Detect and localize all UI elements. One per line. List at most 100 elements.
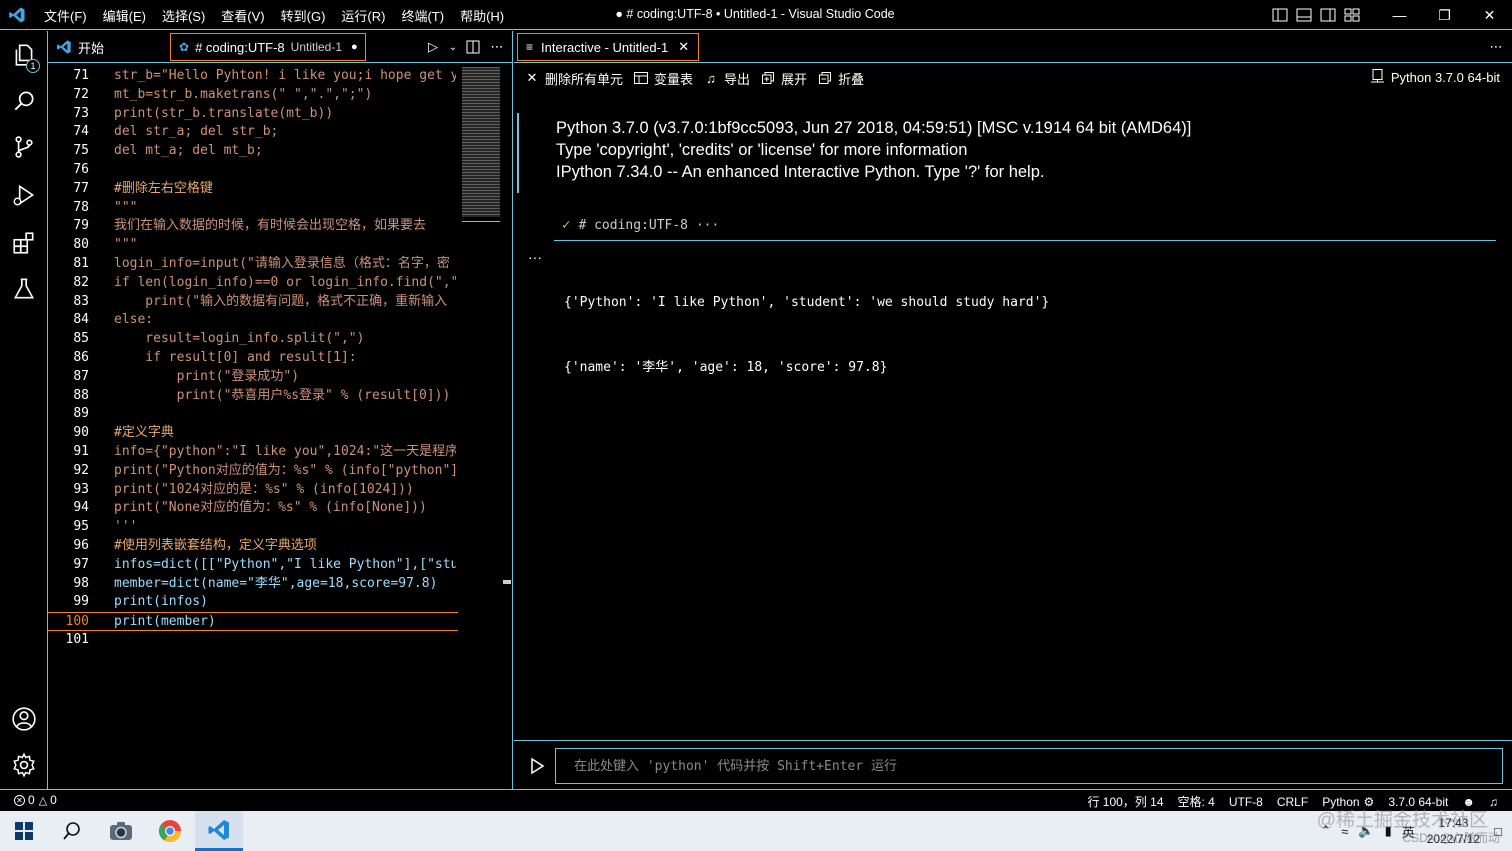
warning-icon: △	[38, 794, 48, 807]
code-text: print("恭喜用户%s登录" % (result[0]))	[114, 387, 451, 403]
more-actions-icon[interactable]: ⋯	[487, 37, 507, 57]
code-line[interactable]: 80 """	[48, 236, 458, 255]
collapse-button[interactable]: 折叠	[817, 69, 864, 88]
menu-terminal[interactable]: 终端(T)	[393, 6, 452, 25]
explorer-icon[interactable]: 1	[0, 33, 48, 77]
code-editor[interactable]: 71 str_b="Hello Pyhton! i like you;i hope…	[48, 67, 458, 677]
split-editor-icon[interactable]	[463, 37, 483, 57]
toggle-panel-icon[interactable]	[1293, 4, 1315, 26]
end-of-line[interactable]: CRLF	[1277, 795, 1308, 809]
code-line[interactable]: 97 infos=dict([["Python","I like Python"]…	[48, 556, 458, 575]
code-line[interactable]: 91 info={"python":"I like you",1024:"这一天是…	[48, 443, 458, 462]
code-line[interactable]: 73 print(str_b.translate(mt_b))	[48, 105, 458, 124]
menu-run[interactable]: 运行(R)	[333, 6, 393, 25]
code-line[interactable]: 98 member=dict(name="李华",age=18,score=97.…	[48, 575, 458, 594]
code-line[interactable]: 71 str_b="Hello Pyhton! i like you;i hope…	[48, 67, 458, 86]
extensions-icon[interactable]	[0, 221, 48, 265]
code-line[interactable]: 86 if result[0] and result[1]:	[48, 349, 458, 368]
search-icon[interactable]	[0, 79, 48, 123]
restore-button[interactable]: ❐	[1422, 0, 1467, 30]
code-line[interactable]: 94 print("None对应的值为：%s" % (info[None]))	[48, 499, 458, 518]
run-dropdown-chevron-icon[interactable]: ⌄	[447, 37, 459, 57]
source-control-icon[interactable]	[0, 125, 48, 169]
run-file-icon[interactable]: ▷	[423, 37, 443, 57]
code-line[interactable]: 95 '''	[48, 518, 458, 537]
notifications-bell-icon[interactable]: ♫	[1489, 795, 1498, 809]
taskbar-search-icon[interactable]	[48, 811, 96, 851]
problems-indicator[interactable]: ✕ 0 △ 0	[14, 793, 57, 807]
account-icon[interactable]	[0, 697, 48, 741]
encoding[interactable]: UTF-8	[1229, 795, 1263, 809]
code-text: info={"python":"I like you",1024:"这一天是程序	[114, 443, 456, 459]
close-window-button[interactable]: ✕	[1467, 0, 1512, 30]
run-input-icon[interactable]	[528, 757, 546, 775]
code-text: mt_b=str_b.maketrans(" ",".",";")	[114, 86, 373, 102]
code-line[interactable]: 101	[48, 631, 458, 650]
output-more-icon[interactable]: ···	[528, 249, 542, 265]
code-line[interactable]: 75 del mt_a; del mt_b;	[48, 142, 458, 161]
code-line[interactable]: 82 if len(login_info)==0 or login_info.fi…	[48, 274, 458, 293]
tab-interactive[interactable]: ≡ Interactive - Untitled-1 ✕	[517, 33, 699, 61]
toggle-secondary-sidebar-icon[interactable]	[1317, 4, 1339, 26]
customize-layout-icon[interactable]	[1341, 4, 1363, 26]
code-line[interactable]: 87 print("登录成功")	[48, 368, 458, 387]
repl-input[interactable]	[555, 748, 1503, 784]
testing-flask-icon[interactable]	[0, 267, 48, 311]
start-windows-icon[interactable]	[0, 811, 48, 851]
code-line[interactable]: 76	[48, 161, 458, 180]
menu-view[interactable]: 查看(V)	[213, 6, 272, 25]
code-line[interactable]: 89	[48, 405, 458, 424]
code-line[interactable]: 96 #使用列表嵌套结构，定义字典选项	[48, 537, 458, 556]
code-line[interactable]: 99 print(infos)	[48, 593, 458, 612]
code-line[interactable]: 81 login_info=input("请输入登录信息（格式：名字，密	[48, 255, 458, 274]
menu-go[interactable]: 转到(G)	[273, 6, 334, 25]
indentation[interactable]: 空格: 4	[1178, 793, 1215, 810]
toggle-sidebar-icon[interactable]	[1269, 4, 1291, 26]
line-number: 92	[73, 462, 89, 478]
code-line[interactable]: 74 del str_a; del str_b;	[48, 123, 458, 142]
export-button[interactable]: ♫ 导出	[703, 69, 750, 88]
expand-button[interactable]: 展开	[760, 69, 807, 88]
close-tab-icon[interactable]: ✕	[678, 39, 689, 55]
code-line[interactable]: 100 print(member)	[48, 612, 458, 631]
kernel-selector[interactable]: Python 3.7.0 64-bit	[1370, 69, 1500, 86]
cursor-position[interactable]: 行 100，列 14	[1087, 793, 1163, 810]
code-line[interactable]: 93 print("1024对应的是：%s" % (info[1024]))	[48, 481, 458, 500]
unsaved-dot-icon[interactable]: ●	[351, 41, 358, 53]
code-line[interactable]: 83 print("输入的数据有问题，格式不正确，重新输入	[48, 293, 458, 312]
code-line[interactable]: 72 mt_b=str_b.maketrans(" ",".",";")	[48, 86, 458, 105]
settings-gear-icon[interactable]	[0, 743, 48, 787]
variables-button[interactable]: 变量表	[633, 69, 693, 88]
cell-output: {'Python': 'I like Python', 'student': '…	[564, 249, 1049, 421]
code-text: #定义字典	[114, 425, 174, 441]
menu-selection[interactable]: 选择(S)	[154, 6, 213, 25]
menu-file[interactable]: 文件(F)	[36, 6, 95, 25]
code-line[interactable]: 85 result=login_info.split(",")	[48, 330, 458, 349]
chrome-icon[interactable]	[146, 811, 194, 851]
code-line[interactable]: 79 我们在输入数据的时候，有时候会出现空格，如果要去	[48, 217, 458, 236]
code-line[interactable]: 88 print("恭喜用户%s登录" % (result[0]))	[48, 387, 458, 406]
activity-bar: 1	[0, 31, 48, 789]
minimize-button[interactable]: —	[1377, 0, 1422, 30]
menu-edit[interactable]: 编辑(E)	[95, 6, 154, 25]
minimap-slider[interactable]	[462, 67, 500, 222]
code-line[interactable]: 90 #定义字典	[48, 424, 458, 443]
scrollbar-marker[interactable]	[503, 580, 511, 584]
code-line[interactable]: 92 print("Python对应的值为：%s" % (info["python…	[48, 462, 458, 481]
tab-untitled-1[interactable]: ✿ # coding:UTF-8 Untitled-1 ●	[170, 33, 366, 61]
interactive-list-icon: ≡	[526, 40, 534, 54]
menu-help[interactable]: 帮助(H)	[452, 6, 512, 25]
tab-welcome[interactable]: 开始	[48, 31, 166, 63]
clear-all-cells-button[interactable]: ✕ 删除所有单元	[524, 69, 623, 88]
run-debug-icon[interactable]	[0, 173, 48, 217]
code-text: else:	[114, 312, 154, 328]
camera-app-icon[interactable]	[97, 811, 145, 851]
more-actions-right-icon[interactable]: ⋯	[1486, 37, 1506, 57]
line-number: 88	[73, 387, 89, 403]
code-line[interactable]: 78 """	[48, 199, 458, 218]
executed-cell-header[interactable]: ✓ # coding:UTF-8 ···	[562, 217, 719, 233]
code-line[interactable]: 77 #删除左右空格键	[48, 180, 458, 199]
code-line[interactable]: 84 else:	[48, 311, 458, 330]
line-number: 82	[73, 274, 89, 290]
vscode-taskbar-icon[interactable]	[195, 811, 243, 851]
